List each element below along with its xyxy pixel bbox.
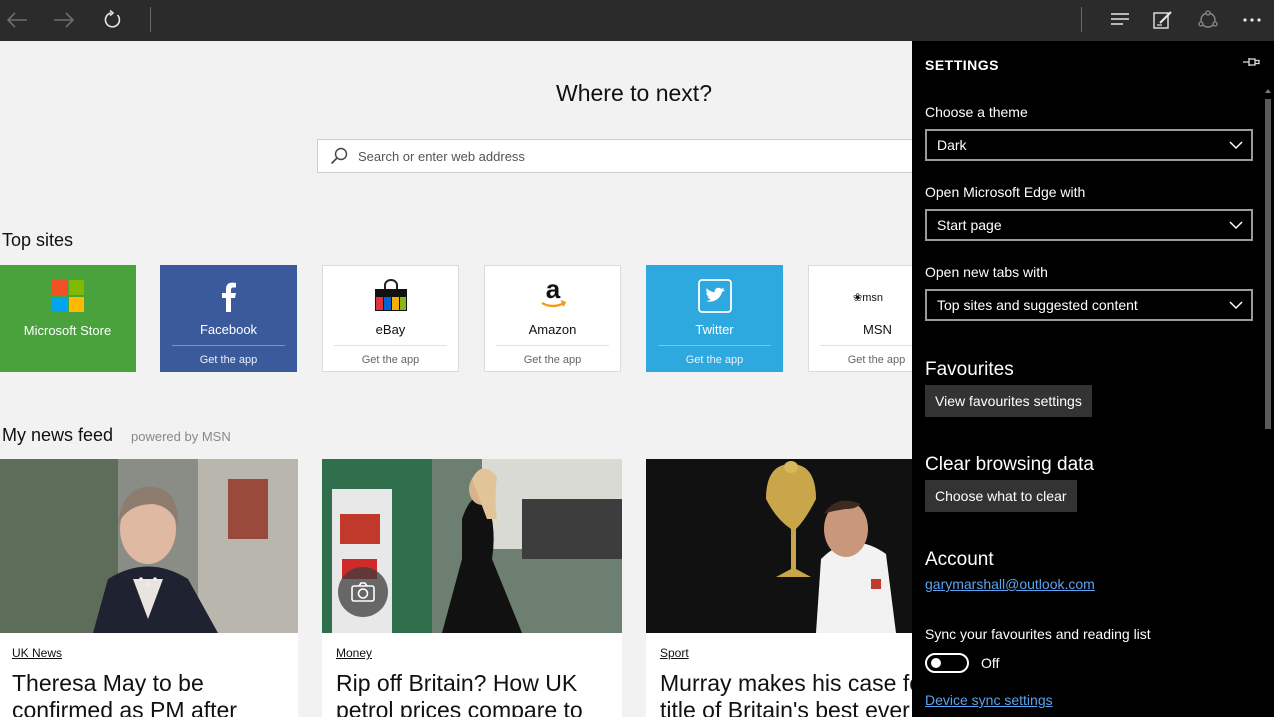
get-app-link[interactable]: Get the app [334,345,447,366]
page-headline: Where to next? [556,80,712,106]
news-card[interactable]: UK News Theresa May to be confirmed as P… [0,459,298,717]
new-tabs-value: Top sites and suggested content [937,297,1138,313]
tile-facebook[interactable]: Facebook Get the app [160,265,297,372]
get-app-link[interactable]: Get the app [658,345,771,366]
get-app-link[interactable]: Get the app [172,345,285,366]
new-tabs-label: Open new tabs with [925,264,1048,280]
news-feed-title: My news feed [2,425,114,445]
toggle-knob [931,658,941,668]
chevron-down-icon [1229,218,1243,237]
news-title[interactable]: Rip off Britain? How UK petrol prices co… [336,670,622,717]
tile-ebay[interactable]: eBay Get the app [322,265,459,372]
settings-scrollbar[interactable] [1264,87,1272,717]
open-with-value: Start page [937,217,1002,233]
sync-label: Sync your favourites and reading list [925,626,1151,642]
sync-state: Off [981,655,1000,671]
refresh-icon[interactable] [96,4,128,36]
theme-select[interactable]: Dark [925,129,1253,161]
clear-browsing-heading: Clear browsing data [925,454,1094,475]
start-page: Where to next? Search or enter web addre… [0,41,912,717]
device-sync-settings-link[interactable]: Device sync settings [925,692,1053,708]
news-title[interactable]: Theresa May to be confirmed as PM after [12,670,298,717]
settings-pane: SETTINGS Choose a theme Dark Open Micros… [912,41,1274,717]
sync-toggle[interactable] [925,653,969,673]
hub-icon[interactable] [1104,4,1136,36]
powered-by-label: powered by MSN [131,429,231,444]
view-favourites-settings-button[interactable]: View favourites settings [925,385,1092,417]
tile-microsoft-store[interactable]: Microsoft Store [0,265,136,372]
news-category[interactable]: Money [336,646,372,660]
scroll-up-icon[interactable] [1264,87,1272,95]
scrollbar-thumb[interactable] [1265,99,1271,429]
toolbar-divider [150,7,151,32]
more-icon[interactable] [1236,4,1268,36]
tile-label: Microsoft Store [23,323,112,338]
choose-what-to-clear-button[interactable]: Choose what to clear [925,480,1077,512]
favourites-heading: Favourites [925,359,1014,380]
svg-text:a: a [545,278,560,304]
news-image [646,459,912,633]
tile-amazon[interactable]: a Amazon Get the app [484,265,621,372]
twitter-logo-icon [697,279,732,318]
toolbar-divider [1081,7,1082,32]
tile-label: eBay [375,322,406,337]
news-title[interactable]: Murray makes his case for title of Brita… [660,670,912,717]
tile-label: MSN [863,322,892,337]
search-icon [330,147,348,170]
search-input[interactable]: Search or enter web address [317,139,912,173]
theme-label: Choose a theme [925,104,1028,120]
tile-label: Amazon [528,322,577,337]
tile-label: Twitter [695,322,734,337]
news-category[interactable]: Sport [660,646,689,660]
camera-icon [338,567,388,617]
web-note-icon[interactable] [1147,4,1179,36]
tile-label: Facebook [199,322,258,337]
pin-icon[interactable] [1242,55,1260,73]
windows-logo-icon [51,280,84,317]
msn-logo-icon: ❀msn [853,292,883,304]
news-image [0,459,298,633]
ebay-bag-icon [374,279,408,318]
news-card[interactable]: Money Rip off Britain? How UK petrol pri… [322,459,622,717]
settings-title: SETTINGS [925,57,1000,73]
open-with-label: Open Microsoft Edge with [925,184,1086,200]
chevron-down-icon [1229,298,1243,317]
new-tabs-select[interactable]: Top sites and suggested content [925,289,1253,321]
back-arrow-icon[interactable] [1,4,33,36]
get-app-link[interactable]: Get the app [496,345,609,366]
theme-value: Dark [937,137,967,153]
amazon-logo-icon: a [538,274,568,317]
top-sites-title: Top sites [2,230,74,250]
share-icon[interactable] [1192,4,1224,36]
facebook-logo-icon [221,282,237,317]
search-placeholder: Search or enter web address [358,149,525,164]
news-category[interactable]: UK News [12,646,62,660]
open-with-select[interactable]: Start page [925,209,1253,241]
chevron-down-icon [1229,138,1243,157]
news-card[interactable]: Sport Murray makes his case for title of… [646,459,912,717]
browser-toolbar [0,0,1274,41]
account-email-link[interactable]: garymarshall@outlook.com [925,576,1095,592]
get-app-link[interactable]: Get the app [820,345,912,366]
account-heading: Account [925,549,994,570]
tile-twitter[interactable]: Twitter Get the app [646,265,783,372]
tile-msn[interactable]: ❀msn MSN Get the app [808,265,912,372]
forward-arrow-icon[interactable] [48,4,80,36]
